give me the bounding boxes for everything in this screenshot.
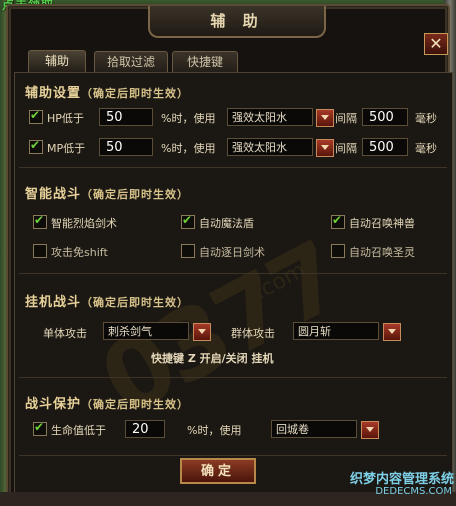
auto-summon-spirit-checkbox[interactable]: [331, 244, 345, 258]
single-attack-dropdown-icon[interactable]: [193, 323, 211, 341]
hp-item-dropdown-icon[interactable]: [316, 109, 334, 127]
mp-item-select[interactable]: 强效太阳水: [227, 138, 313, 156]
mp-item-dropdown-icon[interactable]: [316, 139, 334, 157]
protect-section-note: （确定后即时生效）: [81, 398, 190, 411]
auto-sun-sword-label: 自动逐日剑术: [199, 246, 265, 259]
auto-magic-shield-label: 自动魔法盾: [199, 217, 254, 230]
hp-interval-label: 间隔: [335, 112, 357, 125]
tab-assist[interactable]: 辅助: [28, 50, 86, 74]
auto-summon-beast-checkbox[interactable]: [331, 213, 345, 229]
mp-label: MP低于: [47, 142, 86, 155]
auto-summon-beast-label: 自动召唤神兽: [349, 217, 415, 230]
smart-flame-sword-label: 智能烈焰剑术: [51, 217, 117, 230]
auto-sun-sword-checkbox[interactable]: [181, 244, 195, 258]
single-attack-label: 单体攻击: [43, 327, 87, 340]
hp-checkbox[interactable]: [29, 108, 43, 124]
assist-dialog: 辅 助 ✕ 辅助 拾取过滤 快捷键 0377 .com 辅助设置（确定后即时生效…: [6, 4, 453, 504]
settings-panel: 0377 .com 辅助设置（确定后即时生效） HP低于 50 %时，使用 强效…: [14, 72, 453, 494]
group-attack-select[interactable]: 圆月斩: [293, 322, 379, 340]
assist-section: 辅助设置（确定后即时生效） HP低于 50 %时，使用 强效太阳水 间隔 500…: [19, 73, 447, 168]
auto-battle-section: 挂机战斗（确定后即时生效） 单体攻击 刺杀剑气 群体攻击 圆月斩 快捷键 Z 开…: [19, 275, 447, 378]
auto-battle-hotkey-hint: 快捷键 Z 开启/关闭 挂机: [151, 352, 274, 365]
tab-hotkeys[interactable]: 快捷键: [172, 51, 238, 73]
brand-watermark-text: 织梦内容管理系统: [349, 472, 454, 487]
auto-summon-spirit-label: 自动召唤圣灵: [349, 246, 415, 259]
brand-watermark-url: DEDECMS.COM: [375, 486, 452, 497]
protect-item-select[interactable]: 回城卷: [271, 420, 357, 438]
single-attack-select[interactable]: 刺杀剑气: [103, 322, 189, 340]
protect-section-title: 战斗保护（确定后即时生效）: [25, 397, 190, 412]
smart-section-note: （确定后即时生效）: [81, 188, 190, 201]
assist-section-note: （确定后即时生效）: [81, 87, 190, 100]
hp-item-select[interactable]: 强效太阳水: [227, 108, 313, 126]
mp-interval-unit: 毫秒: [415, 142, 437, 155]
tab-pickup-filter[interactable]: 拾取过滤: [94, 51, 168, 73]
auto-section-note: （确定后即时生效）: [81, 296, 190, 309]
dialog-title: 辅 助: [148, 6, 326, 38]
auto-magic-shield-checkbox[interactable]: [181, 213, 195, 229]
protect-threshold-input[interactable]: 20: [125, 420, 165, 438]
auto-section-title: 挂机战斗（确定后即时生效）: [25, 295, 190, 310]
protect-item-dropdown-icon[interactable]: [361, 421, 379, 439]
hp-label: HP低于: [47, 112, 84, 125]
smart-section-title: 智能战斗（确定后即时生效）: [25, 187, 190, 202]
mp-interval-input[interactable]: 500: [362, 138, 408, 156]
mp-checkbox[interactable]: [29, 138, 43, 154]
smart-combat-section: 智能战斗（确定后即时生效） 智能烈焰剑术 自动魔法盾 自动召唤神兽 攻击免shi…: [19, 169, 447, 274]
hp-interval-unit: 毫秒: [415, 112, 437, 125]
confirm-button[interactable]: 确定: [180, 458, 256, 484]
attack-no-shift-label: 攻击免shift: [51, 246, 108, 259]
assist-section-title: 辅助设置（确定后即时生效）: [25, 86, 190, 101]
mp-threshold-input[interactable]: 50: [99, 138, 153, 156]
battle-protect-section: 战斗保护（确定后即时生效） 生命值低于 20 %时，使用 回城卷: [19, 379, 447, 456]
attack-no-shift-checkbox[interactable]: [33, 244, 47, 258]
close-button[interactable]: ✕: [424, 33, 448, 55]
mp-interval-label: 间隔: [335, 142, 357, 155]
protect-checkbox[interactable]: [33, 420, 47, 436]
hp-interval-input[interactable]: 500: [362, 108, 408, 126]
mp-unit: %时，使用: [161, 142, 216, 155]
protect-label: 生命值低于: [51, 424, 106, 437]
group-attack-label: 群体攻击: [231, 327, 275, 340]
hp-threshold-input[interactable]: 50: [99, 108, 153, 126]
group-attack-dropdown-icon[interactable]: [383, 323, 401, 341]
hp-unit: %时，使用: [161, 112, 216, 125]
smart-flame-sword-checkbox[interactable]: [33, 213, 47, 229]
protect-unit: %时，使用: [187, 424, 242, 437]
